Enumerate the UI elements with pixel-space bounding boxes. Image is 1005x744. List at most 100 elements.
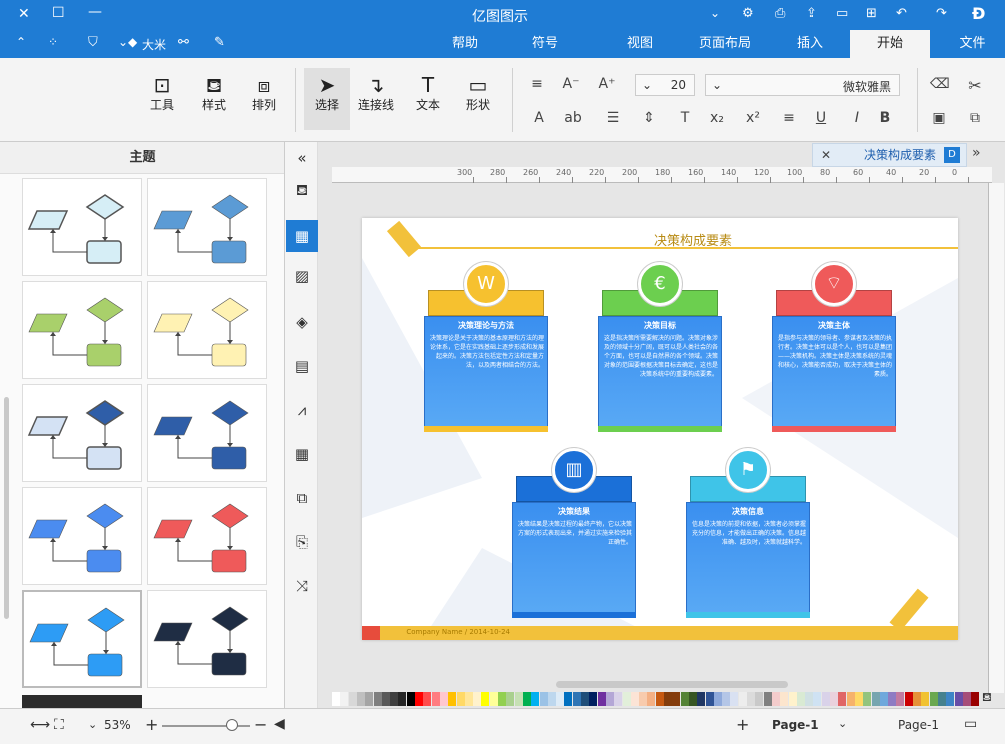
tab-4[interactable]: 视图: [600, 30, 680, 58]
palette-swatch[interactable]: [456, 692, 465, 706]
palette-swatch[interactable]: [514, 692, 523, 706]
palette-swatch[interactable]: [614, 692, 623, 706]
redo-icon[interactable]: ↷: [936, 6, 947, 21]
palette-swatch[interactable]: [506, 692, 515, 706]
palette-swatch[interactable]: [415, 692, 423, 706]
attachment-icon[interactable]: ⎘: [290, 530, 314, 554]
palette-swatch[interactable]: [365, 692, 374, 706]
palette-swatch[interactable]: [937, 692, 946, 706]
palette-swatch[interactable]: [780, 692, 789, 706]
cut-icon[interactable]: ✂: [966, 76, 984, 95]
palette-swatch[interactable]: [705, 692, 714, 706]
palette-swatch[interactable]: [838, 692, 847, 706]
shirt-icon[interactable]: ⛉: [88, 35, 98, 50]
font-shrink-icon[interactable]: A⁻: [562, 76, 580, 92]
palette-swatch[interactable]: [448, 692, 457, 706]
bullets-icon[interactable]: ☰: [604, 110, 622, 126]
palette-swatch[interactable]: [572, 692, 581, 706]
palette-swatch[interactable]: [738, 692, 747, 706]
palette-swatch[interactable]: [879, 692, 888, 706]
shape-button[interactable]: ▭ 形状: [458, 74, 498, 113]
minimize-icon[interactable]: —: [88, 4, 102, 20]
palette-swatch[interactable]: [498, 692, 506, 706]
chart-icon[interactable]: ⩘: [290, 398, 314, 422]
font-family-select[interactable]: 微软雅黑 ⌄: [705, 74, 900, 96]
document-tab[interactable]: ✕ 决策构成要素 D: [812, 143, 967, 167]
zoom-level[interactable]: 53%: [104, 718, 131, 732]
select-button[interactable]: ➤ 选择: [304, 68, 350, 130]
palette-swatch[interactable]: [630, 692, 639, 706]
double-chevron-left-icon[interactable]: «: [290, 146, 314, 170]
page-icon[interactable]: ▤: [290, 354, 314, 378]
superscript-icon[interactable]: x²: [744, 110, 762, 126]
palette-swatch[interactable]: [332, 692, 340, 706]
close-icon[interactable]: ✕: [18, 6, 30, 22]
double-chevron-right-icon[interactable]: »: [972, 145, 981, 161]
palette-swatch[interactable]: [962, 692, 971, 706]
theme-thumbnail[interactable]: [22, 590, 142, 688]
format-painter-icon[interactable]: ⌫: [930, 76, 950, 92]
chevron-down-icon[interactable]: ⌄: [710, 6, 720, 20]
palette-swatch[interactable]: [871, 692, 880, 706]
palette-swatch[interactable]: [431, 692, 440, 706]
collapse-ribbon-icon[interactable]: ⌃: [16, 35, 26, 49]
pen-icon[interactable]: ✎: [214, 35, 225, 50]
tools-button[interactable]: ⊡ 工具: [142, 74, 182, 113]
palette-swatch[interactable]: [755, 692, 764, 706]
palette-swatch[interactable]: [896, 692, 905, 706]
page-tab[interactable]: Page-1: [898, 718, 939, 732]
font-color-icon[interactable]: A: [530, 110, 548, 126]
palette-swatch[interactable]: [622, 692, 631, 706]
new-icon[interactable]: ⊞: [866, 6, 877, 21]
connector-button[interactable]: ↴ 连接线: [352, 74, 400, 113]
palette-swatch[interactable]: [340, 692, 349, 706]
palette-swatch[interactable]: [722, 692, 731, 706]
palette-swatch[interactable]: [356, 692, 365, 706]
palette-swatch[interactable]: [647, 692, 656, 706]
style-button[interactable]: ⛾ 样式: [194, 74, 234, 113]
underline-icon[interactable]: U: [812, 110, 830, 126]
theme-thumbnail[interactable]: [22, 178, 142, 276]
share-icon[interactable]: ⚯: [178, 35, 189, 50]
palette-swatch[interactable]: [813, 692, 822, 706]
export-icon[interactable]: ⇪: [806, 6, 817, 21]
close-tab-icon[interactable]: ✕: [821, 144, 831, 166]
strikethrough-icon[interactable]: ≡: [780, 110, 798, 126]
palette-swatch[interactable]: [763, 692, 772, 706]
palette-swatch[interactable]: [771, 692, 780, 706]
tab-2[interactable]: 插入: [770, 30, 850, 58]
palette-swatch[interactable]: [564, 692, 573, 706]
palette-swatch[interactable]: [697, 692, 706, 706]
theme-thumbnail[interactable]: [147, 178, 267, 276]
diagram-card[interactable]: € 决策目标 这是指决策所需要解决的问题。决策对象涉及的领域十分广阔，既可以是人…: [598, 262, 722, 432]
palette-swatch[interactable]: [589, 692, 598, 706]
palette-swatch[interactable]: [531, 692, 540, 706]
image-icon[interactable]: ▨: [290, 264, 314, 288]
zoom-out-icon[interactable]: −: [254, 715, 267, 734]
copy-format-icon[interactable]: ⧉: [290, 486, 314, 510]
zoom-in-icon[interactable]: +: [145, 715, 158, 734]
theme-thumbnail[interactable]: [147, 590, 267, 688]
theme-icon[interactable]: ▦: [286, 220, 318, 252]
palette-swatch[interactable]: [854, 692, 863, 706]
palette-swatch[interactable]: [946, 692, 955, 706]
theme-panel-scrollbar[interactable]: [4, 397, 9, 619]
diagram-card[interactable]: ⚑ 决策信息 信息是决策的前提和依据，决策者必须掌握充分的信息，才能做出正确的决…: [686, 448, 810, 618]
italic-icon[interactable]: I: [848, 110, 866, 126]
palette-swatch[interactable]: [863, 692, 872, 706]
palette-swatch[interactable]: [423, 692, 432, 706]
diagram-card[interactable]: W 决策理论与方法 决策理论是关于决策的基本原理和方法的理论体系，它是在实践基础…: [424, 262, 548, 432]
copy-icon[interactable]: ⧉: [966, 110, 984, 126]
palette-swatch[interactable]: [971, 692, 980, 706]
theme-thumbnail[interactable]: [22, 384, 142, 482]
theme-thumbnail[interactable]: [147, 281, 267, 379]
fit-width-icon[interactable]: ⟷: [30, 717, 50, 733]
theme-thumbnail[interactable]: [147, 384, 267, 482]
tab-1[interactable]: 开始: [850, 30, 930, 58]
page-tab-active[interactable]: Page-1: [772, 718, 819, 732]
table-icon[interactable]: ▦: [290, 442, 314, 466]
settings-icon[interactable]: ⚙: [742, 6, 754, 21]
user-name[interactable]: 大米: [142, 36, 166, 53]
palette-swatch[interactable]: [390, 692, 399, 706]
palette-swatch[interactable]: [539, 692, 548, 706]
